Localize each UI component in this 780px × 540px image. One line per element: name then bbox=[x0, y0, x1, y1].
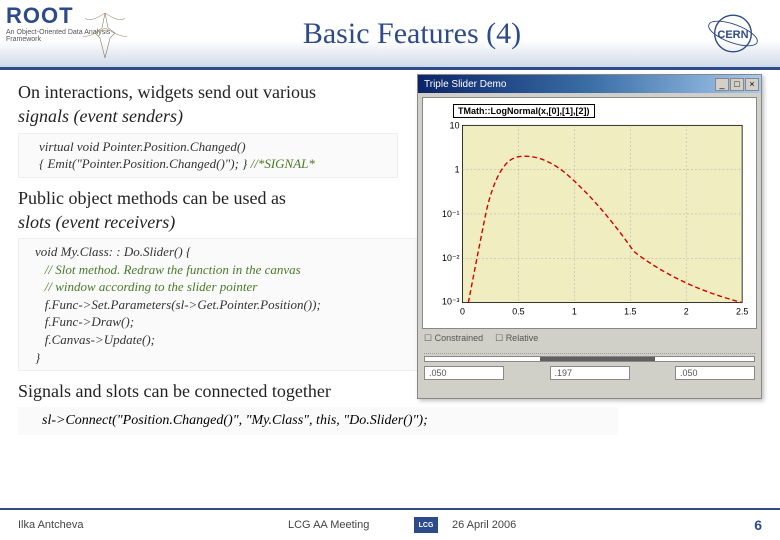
checkbox-row: Constrained Relative bbox=[424, 333, 755, 344]
lcg-logo: LCG bbox=[414, 517, 438, 533]
code2-line6: f.Canvas->Update(); bbox=[45, 332, 155, 347]
svg-text:1: 1 bbox=[455, 165, 460, 175]
paragraph-connect: Signals and slots can be connected toget… bbox=[18, 379, 458, 403]
cern-logo: CERN bbox=[694, 4, 772, 64]
value-boxes: .050 .197 .050 bbox=[424, 366, 755, 380]
code2-line5: f.Func->Draw(); bbox=[45, 314, 134, 329]
svg-text:10: 10 bbox=[450, 120, 460, 130]
window-titlebar[interactable]: Triple Slider Demo _ □ × bbox=[418, 75, 761, 93]
triple-slider[interactable] bbox=[424, 356, 755, 362]
window-title: Triple Slider Demo bbox=[420, 79, 714, 90]
value-box-3[interactable]: .050 bbox=[675, 366, 755, 380]
root-logo-text: ROOT bbox=[6, 3, 74, 29]
paragraph-signals: On interactions, widgets send out variou… bbox=[18, 80, 408, 129]
code1-line1: virtual void Pointer.Position.Changed() bbox=[39, 139, 246, 154]
svg-text:1.5: 1.5 bbox=[624, 306, 636, 316]
page-number: 6 bbox=[754, 517, 762, 533]
code-connect-example: sl->Connect("Position.Changed()", "My.Cl… bbox=[18, 407, 618, 435]
svg-text:10⁻²: 10⁻² bbox=[442, 253, 460, 263]
demo-window: Triple Slider Demo _ □ × TMath::LogNorma… bbox=[417, 74, 762, 399]
slider-ticks-row bbox=[424, 346, 755, 354]
para1-line2: signals (event senders) bbox=[18, 106, 183, 126]
svg-text:1: 1 bbox=[572, 306, 577, 316]
checkbox-constrained[interactable]: Constrained bbox=[424, 333, 483, 344]
chart-svg: 10 1 10⁻¹ 10⁻² 10⁻³ 0 0.5 1 1.5 2 2.5 bbox=[427, 102, 752, 324]
value-box-2[interactable]: .197 bbox=[550, 366, 630, 380]
slide-content: On interactions, widgets send out variou… bbox=[0, 70, 780, 435]
minimize-button[interactable]: _ bbox=[715, 78, 729, 91]
svg-text:2: 2 bbox=[684, 306, 689, 316]
checkbox-relative[interactable]: Relative bbox=[495, 333, 538, 344]
svg-text:2.5: 2.5 bbox=[736, 306, 748, 316]
value-box-1[interactable]: .050 bbox=[424, 366, 504, 380]
tree-icon bbox=[80, 8, 130, 63]
plot-canvas: TMath::LogNormal(x,[0],[1],[2]) 10 bbox=[422, 97, 757, 329]
code1-line2: { Emit("Pointer.Position.Changed()"); } bbox=[39, 156, 247, 171]
code2-line4: f.Func->Set.Parameters(sl->Get.Pointer.P… bbox=[45, 297, 321, 312]
plot-title: TMath::LogNormal(x,[0],[1],[2]) bbox=[453, 104, 595, 118]
paragraph-slots: Public object methods can be used as slo… bbox=[18, 186, 408, 235]
footer-date: 26 April 2006 bbox=[444, 519, 754, 531]
code1-comment: //*SIGNAL* bbox=[247, 156, 315, 171]
slide-footer: Ilka Antcheva LCG AA Meeting LCG 26 Apri… bbox=[0, 508, 780, 540]
code-signal-example: virtual void Pointer.Position.Changed() … bbox=[18, 133, 398, 178]
close-button[interactable]: × bbox=[745, 78, 759, 91]
slide-header: ROOT An Object-Oriented Data Analysis Fr… bbox=[0, 0, 780, 70]
svg-text:0: 0 bbox=[460, 306, 465, 316]
code2-line3: // window according to the slider pointe… bbox=[45, 279, 258, 294]
svg-text:10⁻¹: 10⁻¹ bbox=[442, 209, 460, 219]
code2-line1: void My.Class: : Do.Slider() { bbox=[35, 244, 191, 259]
para2-line2: slots (event receivers) bbox=[18, 212, 175, 232]
footer-author: Ilka Antcheva bbox=[18, 519, 288, 531]
svg-text:CERN: CERN bbox=[717, 29, 748, 41]
code2-line2: // Slot method. Redraw the function in t… bbox=[45, 262, 301, 277]
svg-text:10⁻³: 10⁻³ bbox=[442, 297, 460, 307]
para2-line1: Public object methods can be used as bbox=[18, 188, 286, 208]
code2-line7: } bbox=[35, 350, 40, 365]
svg-text:0.5: 0.5 bbox=[512, 306, 524, 316]
slide-title: Basic Features (4) bbox=[130, 17, 694, 51]
maximize-button[interactable]: □ bbox=[730, 78, 744, 91]
para1-line1: On interactions, widgets send out variou… bbox=[18, 82, 316, 102]
footer-meeting: LCG AA Meeting bbox=[288, 519, 408, 531]
